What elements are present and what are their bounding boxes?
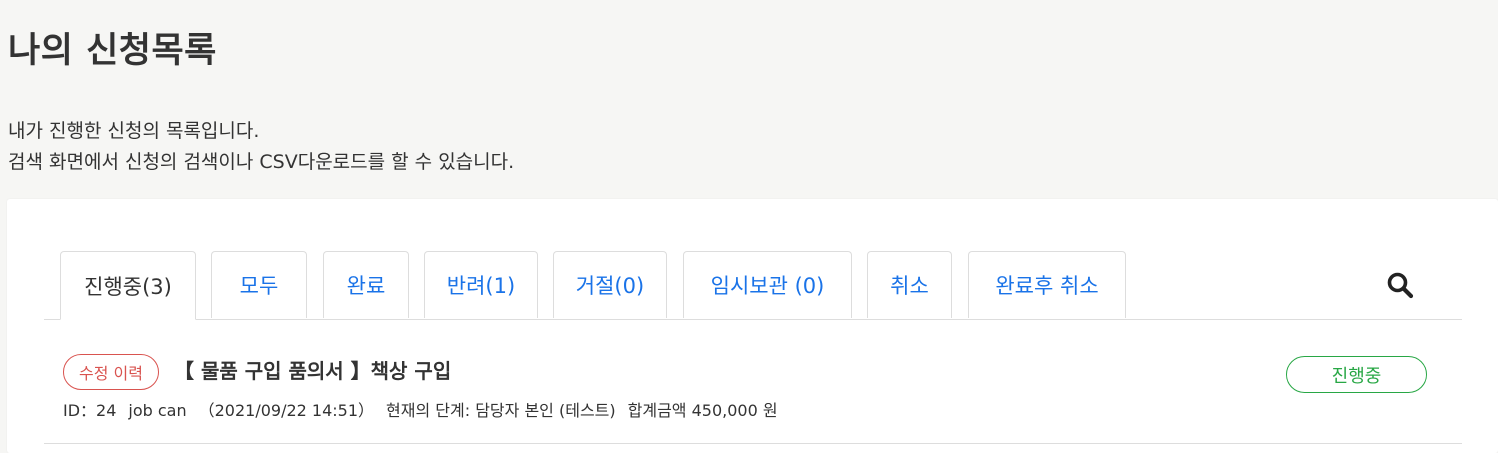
status-badge[interactable]: 진행중 <box>1286 356 1427 393</box>
search-button[interactable] <box>1382 267 1418 303</box>
tab-returned[interactable]: 반려(1) <box>424 251 538 318</box>
current-stage: 현재의 단계: 담당자 본인 (테스트) <box>386 401 616 420</box>
status-tabs: 진행중(3) 모두 완료 반려(1) 거절(0) 임시보관 (0) 취소 완료후… <box>44 251 1462 320</box>
tab-cancelled[interactable]: 취소 <box>867 251 952 318</box>
application-title[interactable]: 【 물품 구입 품의서 】책상 구입 <box>174 355 451 387</box>
application-meta: ID：24 job can （2021/09/22 14:51） 현재의 단계: 담당… <box>63 399 778 423</box>
tab-in-progress[interactable]: 진행중(3) <box>60 251 196 320</box>
tab-rejected[interactable]: 거절(0) <box>553 251 667 318</box>
page-description: 내가 진행한 신청의 목록입니다. 검색 화면에서 신청의 검색이나 CSV다운… <box>8 116 514 178</box>
description-line-2: 검색 화면에서 신청의 검색이나 CSV다운로드를 할 수 있습니다. <box>8 151 515 173</box>
total-amount: 합계금액 450,000 원 <box>627 401 778 420</box>
tab-cancelled-after-completion[interactable]: 완료후 취소 <box>968 251 1126 318</box>
application-datetime: （2021/09/22 14:51） <box>198 401 375 420</box>
tab-completed[interactable]: 완료 <box>323 251 409 318</box>
application-list-card: 진행중(3) 모두 완료 반려(1) 거절(0) 임시보관 (0) 취소 완료후… <box>7 199 1498 453</box>
search-icon <box>1387 272 1414 299</box>
description-line-1: 내가 진행한 신청의 목록입니다. <box>8 120 260 142</box>
page-title: 나의 신청목록 <box>8 31 217 71</box>
tab-drafts[interactable]: 임시보관 (0) <box>683 251 852 318</box>
application-list-item[interactable]: 수정 이력 【 물품 구입 품의서 】책상 구입 ID：24 job can （20… <box>44 334 1462 444</box>
revision-history-badge[interactable]: 수정 이력 <box>63 354 159 390</box>
tab-all[interactable]: 모두 <box>211 251 307 318</box>
company-name: job can <box>128 401 187 420</box>
application-id: ID：24 <box>63 401 117 420</box>
